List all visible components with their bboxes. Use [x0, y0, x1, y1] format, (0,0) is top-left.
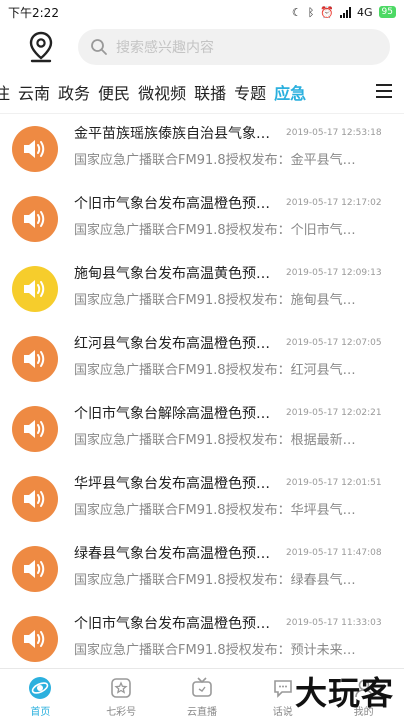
item-texts: 红河县气象台发布高温橙色预… 2019-05-17 12:07:05 国家应急广…: [74, 334, 404, 380]
status-icons: ☾ ᛒ ⏰ 4G 95: [292, 6, 396, 19]
search-bar[interactable]: 搜索感兴趣内容: [78, 29, 390, 65]
nav-home[interactable]: 首页: [0, 669, 81, 720]
list-item[interactable]: 金平苗族瑶族傣族自治县气象… 2019-05-17 12:53:18 国家应急广…: [0, 114, 404, 184]
speaker-icon: [12, 406, 58, 452]
item-texts: 绿春县气象台发布高温橙色预… 2019-05-17 11:47:08 国家应急广…: [74, 544, 404, 590]
item-desc: 国家应急广播联合FM91.8授权发布：施甸县气…: [74, 293, 356, 308]
search-icon: [91, 39, 107, 55]
list-item[interactable]: 个旧市气象台发布高温橙色预… 2019-05-17 11:33:03 国家应急广…: [0, 604, 404, 670]
item-desc: 国家应急广播联合FM91.8授权发布：预计未来…: [74, 643, 356, 658]
item-time: 2019-05-17 11:33:03: [286, 618, 382, 628]
list-item[interactable]: 华坪县气象台发布高温橙色预… 2019-05-17 12:01:51 国家应急广…: [0, 464, 404, 534]
item-texts: 个旧市气象台解除高温橙色预… 2019-05-17 12:02:21 国家应急广…: [74, 404, 404, 450]
list-item[interactable]: 个旧市气象台解除高温橙色预… 2019-05-17 12:02:21 国家应急广…: [0, 394, 404, 464]
nav-live-label: 云直播: [186, 707, 217, 718]
battery-icon: 95: [378, 6, 396, 18]
header: 搜索感兴趣内容: [0, 24, 404, 70]
tab-emergency[interactable]: 应急: [274, 80, 306, 104]
item-title: 金平苗族瑶族傣族自治县气象…: [74, 126, 270, 142]
item-desc: 国家应急广播联合FM91.8授权发布：金平县气…: [74, 153, 356, 168]
speaker-icon: [12, 546, 58, 592]
tv-icon: [189, 675, 215, 701]
speaker-icon: [12, 616, 58, 662]
item-title: 华坪县气象台发布高温橙色预…: [74, 476, 270, 492]
alert-list: 金平苗族瑶族傣族自治县气象… 2019-05-17 12:53:18 国家应急广…: [0, 114, 404, 670]
status-bar: 下午2:22 ☾ ᛒ ⏰ 4G 95: [0, 0, 404, 24]
network-label: 4G: [357, 5, 373, 19]
item-time: 2019-05-17 12:53:18: [286, 128, 382, 138]
item-title: 施甸县气象台发布高温黄色预…: [74, 266, 270, 282]
item-texts: 华坪县气象台发布高温橙色预… 2019-05-17 12:01:51 国家应急广…: [74, 474, 404, 520]
item-desc: 国家应急广播联合FM91.8授权发布：个旧市气…: [74, 223, 356, 238]
list-item[interactable]: 红河县气象台发布高温橙色预… 2019-05-17 12:07:05 国家应急广…: [0, 324, 404, 394]
item-time: 2019-05-17 12:09:13: [286, 268, 382, 278]
item-time: 2019-05-17 12:01:51: [286, 478, 382, 488]
speaker-icon: [12, 196, 58, 242]
star-icon: [108, 675, 134, 701]
item-desc: 国家应急广播联合FM91.8授权发布：根据最新…: [74, 433, 356, 448]
item-time: 2019-05-17 12:02:21: [286, 408, 382, 418]
menu-icon[interactable]: [354, 70, 392, 113]
nav-talk-label: 话说: [272, 707, 293, 718]
item-title: 个旧市气象台解除高温橙色预…: [74, 406, 270, 422]
tab-convenience[interactable]: 便民: [98, 80, 130, 104]
item-title: 绿春县气象台发布高温橙色预…: [74, 546, 270, 562]
nav-live[interactable]: 云直播: [162, 669, 243, 720]
speaker-icon: [12, 266, 58, 312]
nav-home-label: 首页: [30, 707, 51, 718]
item-texts: 个旧市气象台发布高温橙色预… 2019-05-17 12:17:02 国家应急广…: [74, 194, 404, 240]
list-item[interactable]: 个旧市气象台发布高温橙色预… 2019-05-17 12:17:02 国家应急广…: [0, 184, 404, 254]
tab-yunnan[interactable]: 云南: [18, 80, 50, 104]
item-title: 个旧市气象台发布高温橙色预…: [74, 196, 270, 212]
speaker-icon: [12, 336, 58, 382]
tab-government[interactable]: 政务: [58, 80, 90, 104]
tab-partial[interactable]: 注: [0, 80, 10, 104]
watermark-logo: 大玩客: [294, 674, 394, 712]
item-texts: 施甸县气象台发布高温黄色预… 2019-05-17 12:09:13 国家应急广…: [74, 264, 404, 310]
bluetooth-icon: ᛒ: [307, 5, 315, 19]
tab-micro-video[interactable]: 微视频: [138, 80, 186, 104]
tab-topics[interactable]: 专题: [234, 80, 266, 104]
item-time: 2019-05-17 11:47:08: [286, 548, 382, 558]
list-item[interactable]: 绿春县气象台发布高温橙色预… 2019-05-17 11:47:08 国家应急广…: [0, 534, 404, 604]
speaker-icon: [12, 476, 58, 522]
item-desc: 国家应急广播联合FM91.8授权发布：华坪县气…: [74, 503, 356, 518]
item-time: 2019-05-17 12:17:02: [286, 198, 382, 208]
location-icon[interactable]: [26, 30, 56, 64]
home-icon: [27, 675, 53, 701]
moon-icon: ☾: [291, 5, 302, 19]
chat-icon: [270, 675, 296, 701]
item-time: 2019-05-17 12:07:05: [286, 338, 382, 348]
search-input[interactable]: 搜索感兴趣内容: [116, 37, 214, 57]
item-texts: 个旧市气象台发布高温橙色预… 2019-05-17 11:33:03 国家应急广…: [74, 614, 404, 660]
alarm-icon: ⏰: [320, 5, 335, 19]
speaker-icon: [12, 126, 58, 172]
tab-broadcast[interactable]: 联播: [194, 80, 226, 104]
status-time: 下午2:22: [8, 5, 59, 20]
nav-qicai[interactable]: 七彩号: [81, 669, 162, 720]
list-item[interactable]: 施甸县气象台发布高温黄色预… 2019-05-17 12:09:13 国家应急广…: [0, 254, 404, 324]
nav-qicai-label: 七彩号: [106, 707, 137, 718]
category-tabs: 注 云南 政务 便民 微视频 联播 专题 应急: [0, 70, 404, 114]
signal-icon: [340, 6, 352, 18]
item-title: 个旧市气象台发布高温橙色预…: [74, 616, 270, 632]
item-title: 红河县气象台发布高温橙色预…: [74, 336, 270, 352]
item-desc: 国家应急广播联合FM91.8授权发布：绿春县气…: [74, 573, 356, 588]
item-texts: 金平苗族瑶族傣族自治县气象… 2019-05-17 12:53:18 国家应急广…: [74, 124, 404, 170]
item-desc: 国家应急广播联合FM91.8授权发布：红河县气…: [74, 363, 356, 378]
